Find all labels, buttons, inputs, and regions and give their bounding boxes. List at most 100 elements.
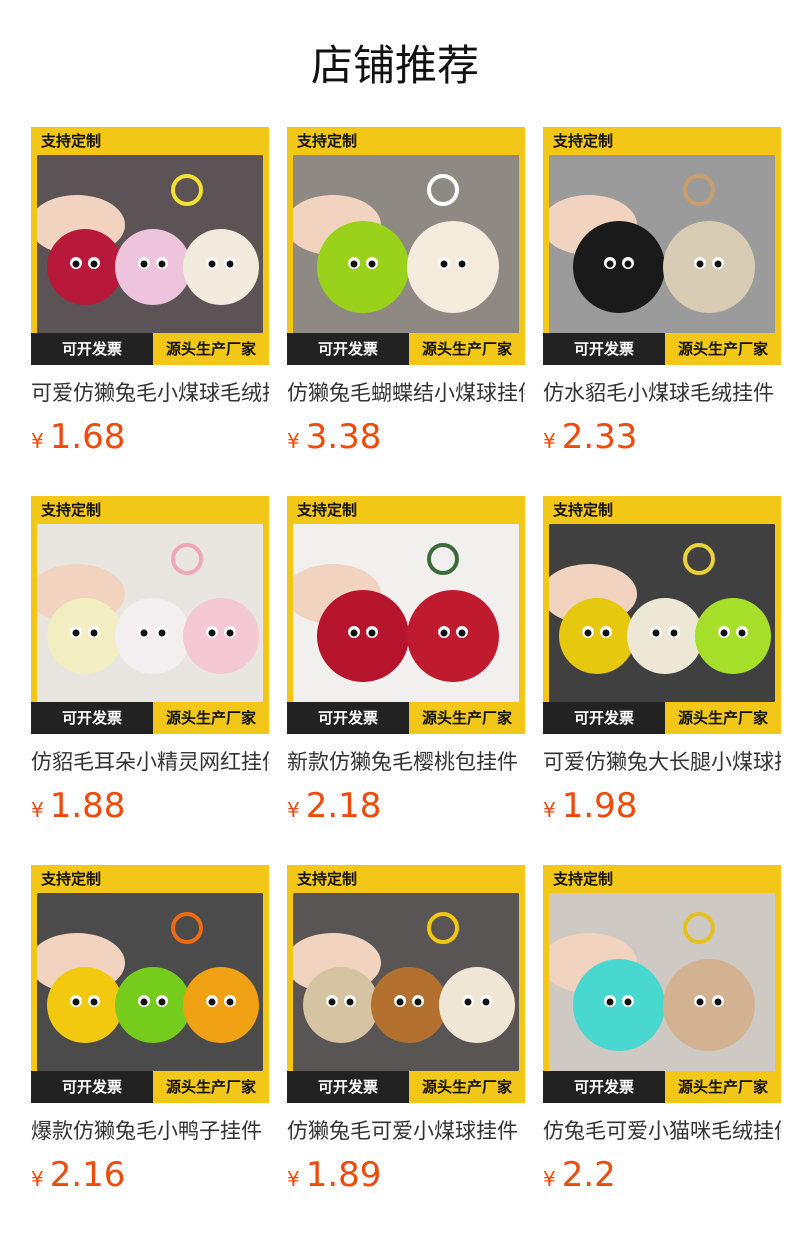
price-value: 3.38: [305, 417, 382, 457]
invoice-badge: 可开发票: [287, 333, 409, 365]
invoice-badge: 可开发票: [287, 702, 409, 734]
product-price: ¥2.33: [543, 417, 637, 457]
price-value: 1.98: [561, 786, 638, 826]
custom-badge: 支持定制: [543, 865, 624, 893]
price-value: 2.2: [561, 1155, 616, 1195]
invoice-badge: 可开发票: [543, 333, 665, 365]
price-value: 2.33: [561, 417, 638, 457]
price-value: 1.88: [49, 786, 126, 826]
product-name[interactable]: 仿獭兔毛可爱小煤球挂件: [287, 1117, 525, 1145]
product-card[interactable]: 支持定制可开发票源头生产厂家可爱仿獭兔毛小煤球毛绒挂件 ¥1.68: [31, 127, 269, 457]
product-photo: [37, 893, 263, 1071]
currency-symbol: ¥: [31, 798, 44, 822]
product-photo: [293, 893, 519, 1071]
factory-badge: 源头生产厂家: [665, 702, 781, 734]
factory-badge: 源头生产厂家: [153, 702, 269, 734]
price-value: 2.18: [305, 786, 382, 826]
page-title: 店铺推荐: [310, 41, 479, 90]
product-price: ¥2.16: [31, 1155, 125, 1195]
currency-symbol: ¥: [31, 429, 44, 453]
feature-strip: 可开发票 源头生产厂家: [287, 702, 525, 734]
price-value: 1.68: [49, 417, 126, 457]
product-image[interactable]: 支持定制可开发票 源头生产厂家: [287, 865, 525, 1103]
product-name[interactable]: 仿兔毛可爱小猫咪毛绒挂件: [543, 1117, 781, 1145]
custom-badge: 支持定制: [543, 127, 624, 155]
product-price: ¥3.38: [287, 417, 381, 457]
product-photo: [293, 155, 519, 333]
invoice-badge: 可开发票: [31, 702, 153, 734]
feature-strip: 可开发票 源头生产厂家: [287, 1071, 525, 1103]
product-image[interactable]: 支持定制可开发票 源头生产厂家: [287, 496, 525, 734]
factory-badge: 源头生产厂家: [153, 333, 269, 365]
product-name[interactable]: 爆款仿獭兔毛小鸭子挂件: [31, 1117, 269, 1145]
product-photo: [549, 155, 775, 333]
product-name[interactable]: 新款仿獭兔毛樱桃包挂件: [287, 748, 525, 776]
product-card[interactable]: 支持定制可开发票 源头生产厂家仿兔毛可爱小猫咪毛绒挂件 ¥2.2: [543, 865, 781, 1195]
product-image[interactable]: 支持定制可开发票 源头生产厂家: [543, 496, 781, 734]
product-image[interactable]: 支持定制可开发票 源头生产厂家: [31, 865, 269, 1103]
product-name[interactable]: 仿水貂毛小煤球毛绒挂件: [543, 379, 781, 407]
price-value: 1.89: [305, 1155, 382, 1195]
product-image[interactable]: 支持定制可开发票 源头生产厂家: [31, 127, 269, 365]
product-image[interactable]: 支持定制可开发票 源头生产厂家: [287, 127, 525, 365]
product-photo: [549, 524, 775, 702]
product-price: ¥1.88: [31, 786, 125, 826]
product-name[interactable]: 可爱仿獭兔毛小煤球毛绒挂件: [31, 379, 269, 407]
product-name[interactable]: 仿獭兔毛蝴蝶结小煤球挂件: [287, 379, 525, 407]
product-card[interactable]: 支持定制可开发票 源头生产厂家仿水貂毛小煤球毛绒挂件 ¥2.33: [543, 127, 781, 457]
currency-symbol: ¥: [543, 798, 556, 822]
product-image[interactable]: 支持定制可开发票 源头生产厂家: [543, 865, 781, 1103]
product-photo: [37, 524, 263, 702]
currency-symbol: ¥: [287, 429, 300, 453]
product-card[interactable]: 支持定制可开发票 源头生产厂家仿獭兔毛蝴蝶结小煤球挂件 ¥3.38: [287, 127, 525, 457]
invoice-badge: 可开发票: [543, 702, 665, 734]
product-name[interactable]: 仿貂毛耳朵小精灵网红挂件: [31, 748, 269, 776]
product-price: ¥1.89: [287, 1155, 381, 1195]
product-price: ¥2.2: [543, 1155, 616, 1195]
product-name[interactable]: 可爱仿獭兔大长腿小煤球挂件: [543, 748, 781, 776]
feature-strip: 可开发票 源头生产厂家: [543, 1071, 781, 1103]
factory-badge: 源头生产厂家: [409, 1071, 525, 1103]
currency-symbol: ¥: [543, 429, 556, 453]
custom-badge: 支持定制: [543, 496, 624, 524]
currency-symbol: ¥: [543, 1167, 556, 1191]
currency-symbol: ¥: [287, 1167, 300, 1191]
product-price: ¥1.68: [31, 417, 125, 457]
product-card[interactable]: 支持定制可开发票 源头生产厂家仿貂毛耳朵小精灵网红挂件 ¥1.88: [31, 496, 269, 826]
product-card[interactable]: 支持定制可开发票 源头生产厂家爆款仿獭兔毛小鸭子挂件 ¥2.16: [31, 865, 269, 1195]
feature-strip: 可开发票 源头生产厂家: [543, 702, 781, 734]
factory-badge: 源头生产厂家: [153, 1071, 269, 1103]
feature-strip: 可开发票 源头生产厂家: [287, 333, 525, 365]
factory-badge: 源头生产厂家: [665, 1071, 781, 1103]
product-image[interactable]: 支持定制可开发票 源头生产厂家: [543, 127, 781, 365]
price-value: 2.16: [49, 1155, 126, 1195]
invoice-badge: 可开发票: [543, 1071, 665, 1103]
product-price: ¥1.98: [543, 786, 637, 826]
feature-strip: 可开发票 源头生产厂家: [31, 1071, 269, 1103]
product-card[interactable]: 支持定制可开发票 源头生产厂家仿獭兔毛可爱小煤球挂件 ¥1.89: [287, 865, 525, 1195]
currency-symbol: ¥: [31, 1167, 44, 1191]
invoice-badge: 可开发票: [31, 333, 153, 365]
custom-badge: 支持定制: [287, 496, 368, 524]
currency-symbol: ¥: [287, 798, 300, 822]
factory-badge: 源头生产厂家: [409, 333, 525, 365]
factory-badge: 源头生产厂家: [665, 333, 781, 365]
product-card[interactable]: 支持定制可开发票 源头生产厂家新款仿獭兔毛樱桃包挂件 ¥2.18: [287, 496, 525, 826]
product-card[interactable]: 支持定制可开发票源头生产厂家可爱仿獭兔大长腿小煤球挂件 ¥1.98: [543, 496, 781, 826]
product-photo: [37, 155, 263, 333]
feature-strip: 可开发票 源头生产厂家: [543, 333, 781, 365]
custom-badge: 支持定制: [31, 865, 112, 893]
custom-badge: 支持定制: [287, 865, 368, 893]
custom-badge: 支持定制: [287, 127, 368, 155]
custom-badge: 支持定制: [31, 496, 112, 524]
feature-strip: 可开发票 源头生产厂家: [31, 702, 269, 734]
product-photo: [549, 893, 775, 1071]
product-price: ¥2.18: [287, 786, 381, 826]
product-image[interactable]: 支持定制可开发票 源头生产厂家: [31, 496, 269, 734]
custom-badge: 支持定制: [31, 127, 112, 155]
invoice-badge: 可开发票: [287, 1071, 409, 1103]
product-photo: [293, 524, 519, 702]
feature-strip: 可开发票 源头生产厂家: [31, 333, 269, 365]
factory-badge: 源头生产厂家: [409, 702, 525, 734]
invoice-badge: 可开发票: [31, 1071, 153, 1103]
